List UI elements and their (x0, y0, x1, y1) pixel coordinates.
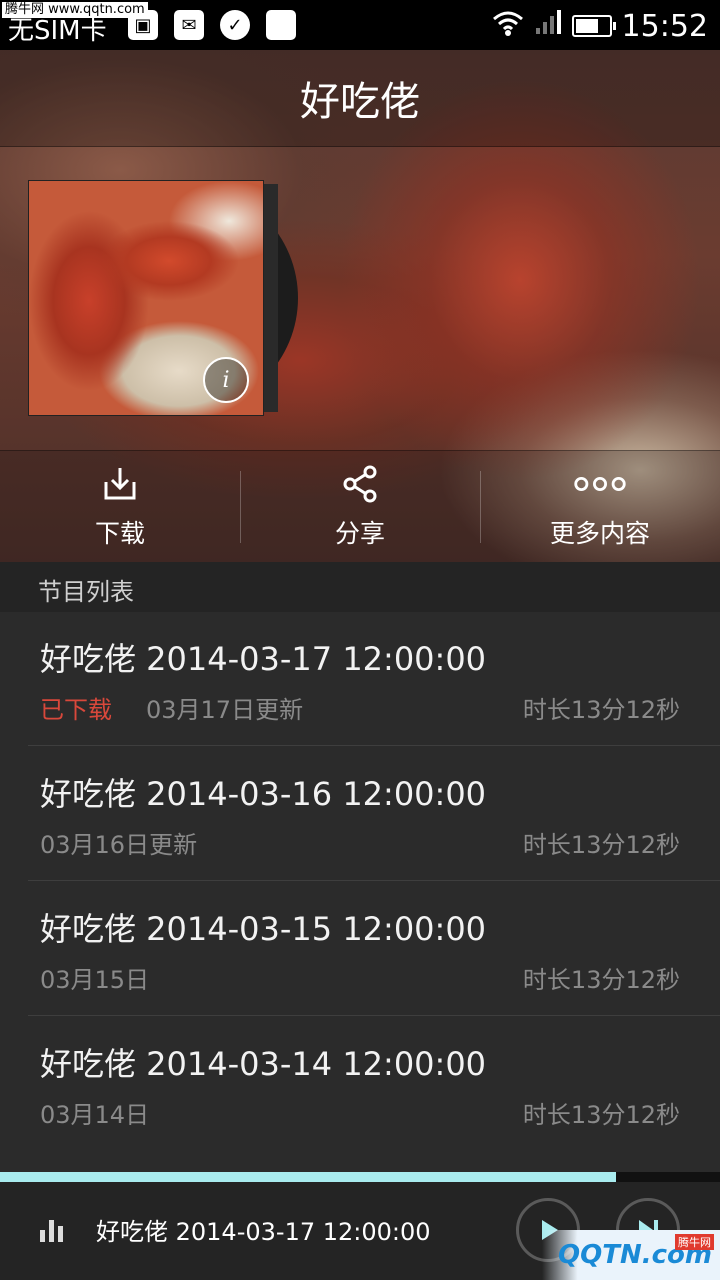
episode-duration: 时长13分12秒 (522, 696, 680, 724)
episode-title: 好吃佬 2014-03-16 12:00:00 (40, 775, 487, 813)
battery-icon (571, 15, 616, 37)
sd-card-icon (266, 10, 296, 40)
info-icon[interactable]: i (203, 357, 249, 403)
episode-title: 好吃佬 2014-03-17 12:00:00 (40, 640, 487, 678)
divider (28, 1015, 720, 1016)
album-cover-group: i (28, 180, 300, 416)
page-title: 好吃佬 (300, 79, 420, 125)
episode-updated: 03月16日更新 (40, 831, 198, 859)
list-item[interactable]: 好吃佬 2014-03-15 12:00:00 03月15日 时长13分12秒 (0, 882, 720, 1016)
episode-meta: 03月14日 (40, 1095, 149, 1130)
program-list-title: 节目列表 (38, 578, 134, 606)
episode-title: 好吃佬 2014-03-15 12:00:00 (40, 910, 487, 948)
clock: 15:52 (621, 8, 708, 44)
download-icon (104, 468, 136, 500)
check-icon: ✓ (220, 10, 250, 40)
more-content-button[interactable]: 更多内容 (480, 451, 720, 562)
episode-meta: 03月16日更新 (40, 825, 197, 860)
playback-progress-fill (0, 1172, 616, 1182)
action-bar: 下载 分享 更多内容 (0, 450, 720, 562)
hero-section: 好吃佬 i 下载 分享 更多内容 (0, 50, 720, 562)
downloaded-badge: 已下载 (40, 696, 112, 724)
episode-updated: 03月15日 (40, 966, 150, 994)
episode-duration: 时长13分12秒 (522, 966, 680, 994)
notification-icons: ▣ ✉ ✓ (128, 10, 296, 40)
now-playing-title[interactable]: 好吃佬 2014-03-17 12:00:00 (96, 1212, 431, 1247)
list-item[interactable]: 好吃佬 2014-03-14 12:00:00 03月14日 时长13分12秒 (0, 1017, 720, 1151)
equalizer-icon[interactable] (40, 1218, 66, 1242)
share-label: 分享 (334, 519, 385, 548)
episode-duration: 时长13分12秒 (522, 1101, 680, 1129)
status-bar: 腾牛网 www.qqtn.com 无SIM卡 ▣ ✉ ✓ 15:52 (0, 0, 720, 50)
download-button[interactable]: 下载 (0, 451, 240, 562)
watermark-badge: 腾牛网 (675, 1234, 714, 1250)
episode-meta: 03月15日 (40, 960, 149, 995)
program-list: 好吃佬 2014-03-17 12:00:00 已下载 03月17日更新 时长1… (0, 612, 720, 1172)
episode-duration: 时长13分12秒 (522, 831, 680, 859)
mail-icon: ✉ (174, 10, 204, 40)
share-icon (343, 465, 377, 503)
mini-player: 好吃佬 2014-03-17 12:00:00 QQTN.com 腾牛网 (0, 1182, 720, 1280)
status-right: 15:52 (492, 8, 708, 44)
watermark-top: 腾牛网 www.qqtn.com (2, 2, 148, 18)
episode-meta: 已下载 03月17日更新 (40, 690, 303, 725)
list-item[interactable]: 好吃佬 2014-03-17 12:00:00 已下载 03月17日更新 时长1… (0, 612, 720, 746)
episode-updated: 03月14日 (40, 1101, 150, 1129)
playback-progress-bar[interactable] (0, 1172, 720, 1182)
divider (28, 745, 720, 746)
watermark-bottom: QQTN.com 腾牛网 (542, 1230, 720, 1280)
episode-updated: 03月17日更新 (146, 696, 304, 724)
list-item[interactable]: 好吃佬 2014-03-16 12:00:00 03月16日更新 时长13分12… (0, 747, 720, 881)
title-bar: 好吃佬 (0, 50, 720, 147)
download-label: 下载 (94, 519, 145, 548)
signal-icon (534, 8, 562, 44)
episode-title: 好吃佬 2014-03-14 12:00:00 (40, 1045, 487, 1083)
album-cover-image[interactable]: i (28, 180, 264, 416)
more-content-label: 更多内容 (549, 519, 650, 548)
divider (28, 880, 720, 881)
share-button[interactable]: 分享 (240, 451, 480, 562)
program-list-header: 节目列表 (0, 562, 720, 613)
wifi-icon (492, 9, 524, 44)
more-icon (574, 477, 626, 491)
